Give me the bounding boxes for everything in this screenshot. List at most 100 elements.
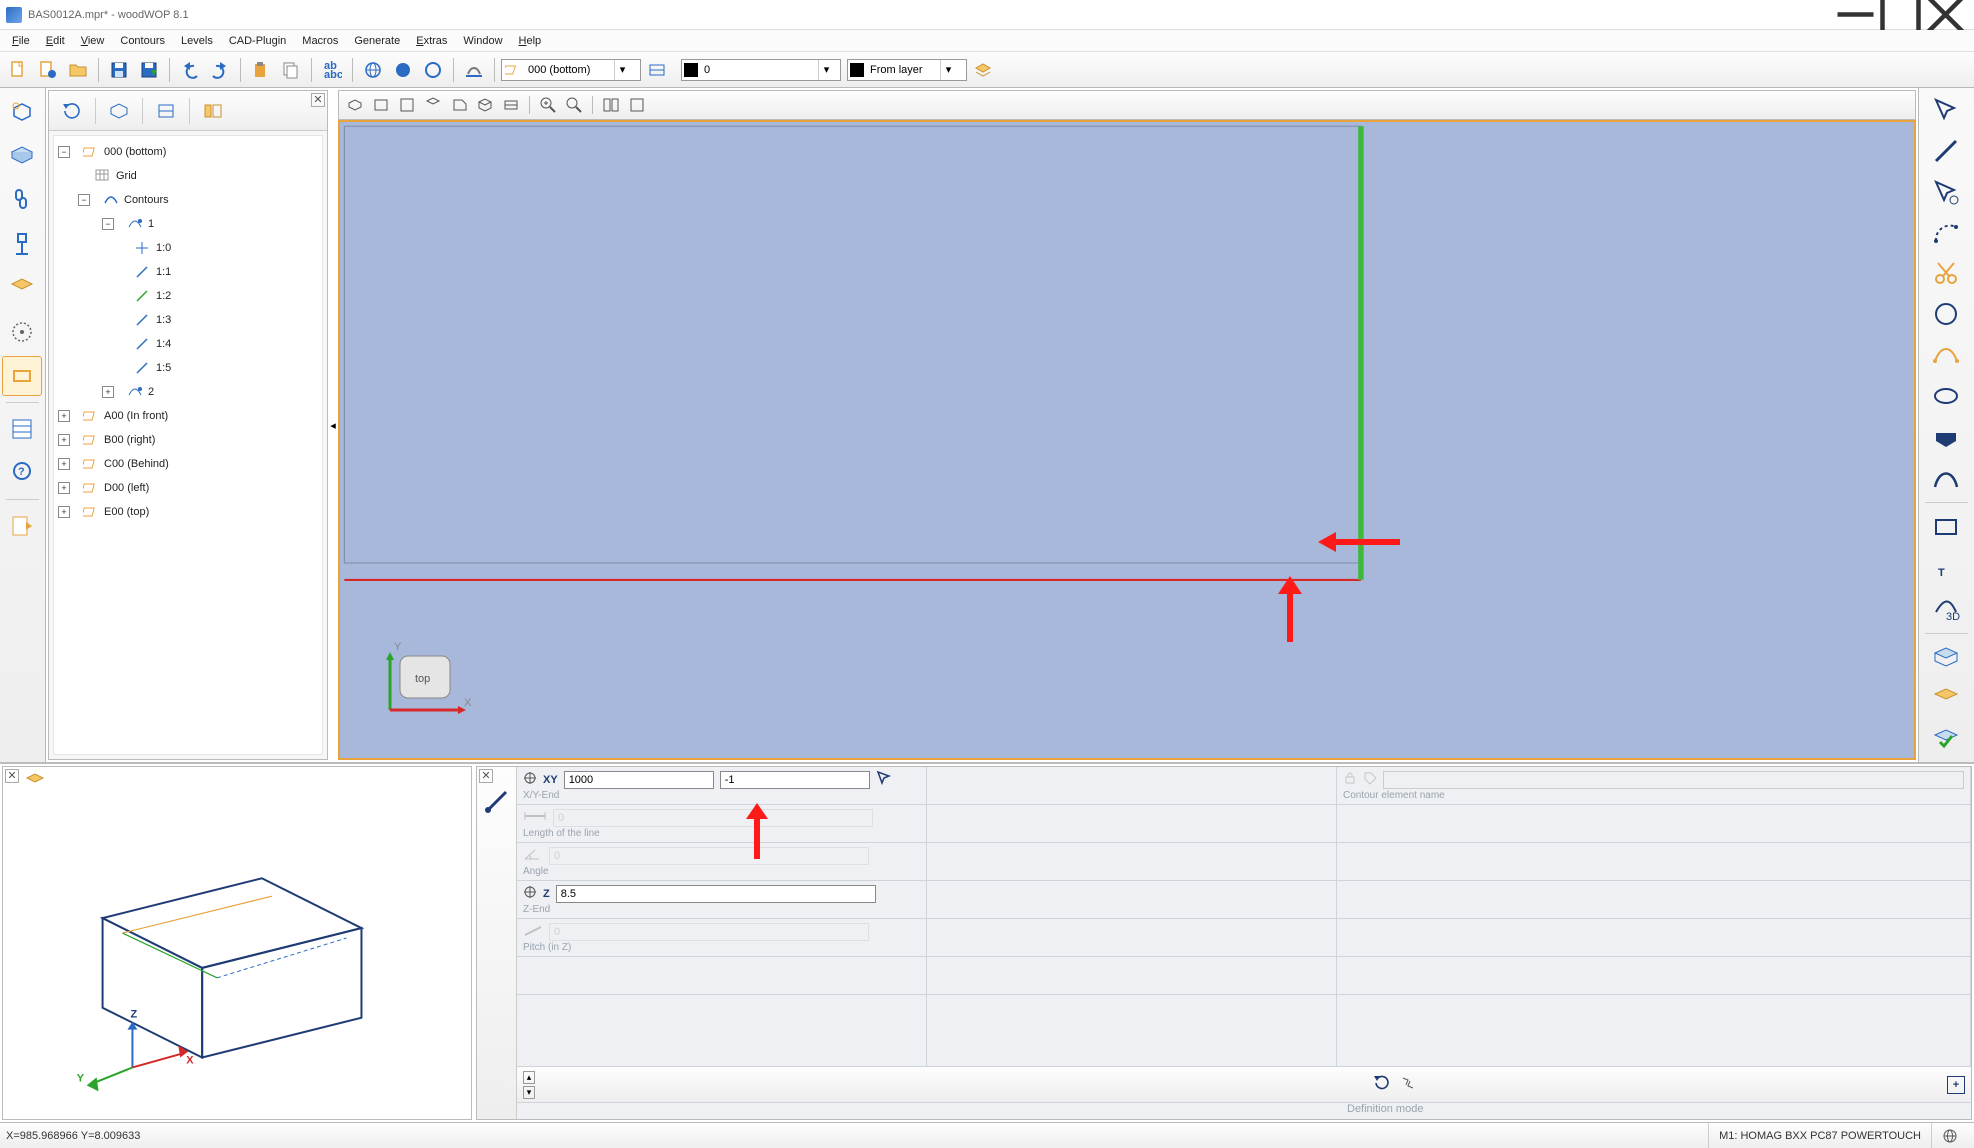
new-file-button[interactable] <box>4 56 32 84</box>
circle-fill-button[interactable] <box>389 56 417 84</box>
tree-item[interactable]: 2 <box>148 386 154 398</box>
comment-button[interactable]: ? <box>2 453 42 493</box>
copy-button[interactable] <box>277 56 305 84</box>
element-name-input[interactable] <box>1383 771 1964 789</box>
expand-icon[interactable]: + <box>58 410 70 422</box>
zoom-fit-button[interactable] <box>562 93 586 117</box>
view-front-button[interactable] <box>369 93 393 117</box>
close-button[interactable] <box>1923 1 1968 29</box>
menu-levels[interactable]: Levels <box>173 32 221 50</box>
level-combo-value[interactable] <box>524 60 614 80</box>
single-view-button[interactable] <box>625 93 649 117</box>
save-as-button[interactable] <box>135 56 163 84</box>
export-button[interactable] <box>1923 680 1969 717</box>
chevron-down-icon[interactable]: ▾ <box>614 60 630 80</box>
expand-icon[interactable]: + <box>58 458 70 470</box>
paste-button[interactable] <box>247 56 275 84</box>
lock-icon[interactable] <box>1343 771 1357 788</box>
preview-close-icon[interactable]: ✕ <box>5 769 19 783</box>
trim-button[interactable] <box>1923 255 1969 292</box>
draw-ellipse-button[interactable] <box>1923 377 1969 414</box>
view-right-button[interactable] <box>421 93 445 117</box>
maximize-button[interactable] <box>1878 1 1923 29</box>
tree-item[interactable]: 1:3 <box>156 314 171 326</box>
level-combo[interactable]: ▾ <box>501 59 641 81</box>
expand-icon[interactable]: − <box>58 146 70 158</box>
tree-item[interactable]: 1:2 <box>156 290 171 302</box>
tree-item[interactable]: 1:4 <box>156 338 171 350</box>
chain-button[interactable] <box>2 180 42 220</box>
menu-extras[interactable]: Extras <box>408 32 455 50</box>
draw-line-button[interactable] <box>1923 133 1969 170</box>
level-config-button[interactable] <box>643 56 671 84</box>
view-left-button[interactable] <box>447 93 471 117</box>
pick-icon[interactable] <box>876 770 892 789</box>
zoom-in-button[interactable] <box>536 93 560 117</box>
linetype-value[interactable] <box>866 60 940 80</box>
variables-button[interactable] <box>2 409 42 449</box>
draw-curve-button[interactable] <box>1923 459 1969 496</box>
menu-cadplugin[interactable]: CAD-Plugin <box>221 32 294 50</box>
draw-rect-button[interactable] <box>1923 509 1969 546</box>
tree-view1-button[interactable] <box>102 96 136 126</box>
tree-item[interactable]: C00 (Behind) <box>104 458 169 470</box>
validate-button[interactable] <box>1923 721 1969 758</box>
sawblade-button[interactable] <box>2 312 42 352</box>
recycle-icon[interactable] <box>1399 1074 1417 1095</box>
split-view-button[interactable] <box>599 93 623 117</box>
tree-item[interactable]: 000 (bottom) <box>104 146 166 158</box>
menu-view[interactable]: View <box>73 32 113 50</box>
tree[interactable]: −000 (bottom) Grid −Contours −1 1:0 1:1 … <box>53 135 323 755</box>
view-bottom-button[interactable] <box>499 93 523 117</box>
props-close-icon[interactable]: ✕ <box>479 769 493 783</box>
xy-x-input[interactable] <box>564 771 714 789</box>
z-input[interactable] <box>556 885 876 903</box>
find-button[interactable]: ababc <box>318 56 346 84</box>
preview-mode-button[interactable] <box>25 771 45 792</box>
new-variant-button[interactable] <box>34 56 62 84</box>
view-iso-button[interactable] <box>343 93 367 117</box>
tag-icon[interactable] <box>1363 771 1377 788</box>
orientation-gizmo[interactable]: top Y X <box>360 638 480 738</box>
collapse-up-icon[interactable]: ▴ <box>523 1071 535 1084</box>
tree-item[interactable]: 1 <box>148 218 154 230</box>
draw-circle-button[interactable] <box>1923 296 1969 333</box>
save-button[interactable] <box>105 56 133 84</box>
globe-button[interactable] <box>359 56 387 84</box>
view-top-button[interactable] <box>395 93 419 117</box>
3d-button[interactable]: 3D <box>1923 590 1969 627</box>
redo-button[interactable] <box>206 56 234 84</box>
collapse-down-icon[interactable]: ▾ <box>523 1086 535 1099</box>
tree-item[interactable]: A00 (In front) <box>104 410 168 422</box>
menu-help[interactable]: Help <box>511 32 550 50</box>
trimming-button[interactable] <box>2 268 42 308</box>
expand-icon[interactable]: − <box>78 194 90 206</box>
refresh-icon[interactable] <box>1373 1074 1391 1095</box>
layer-manager-button[interactable] <box>969 56 997 84</box>
view-back-button[interactable] <box>473 93 497 117</box>
expand-icon[interactable]: + <box>58 482 70 494</box>
menu-file[interactable]: File <box>4 32 38 50</box>
minimize-button[interactable] <box>1833 1 1878 29</box>
import-button[interactable] <box>1923 640 1969 677</box>
menu-edit[interactable]: Edit <box>38 32 73 50</box>
tree-item[interactable]: 1:0 <box>156 242 171 254</box>
tree-refresh-button[interactable] <box>55 96 89 126</box>
status-globe-icon[interactable] <box>1931 1123 1968 1148</box>
tree-item[interactable]: Grid <box>116 170 137 182</box>
expand-icon[interactable]: + <box>102 386 114 398</box>
tree-view3-button[interactable] <box>196 96 230 126</box>
nc-output-button[interactable] <box>2 506 42 546</box>
expand-icon[interactable]: + <box>58 434 70 446</box>
expand-icon[interactable]: − <box>102 218 114 230</box>
generate-nc-button[interactable] <box>460 56 488 84</box>
menu-generate[interactable]: Generate <box>346 32 408 50</box>
tree-view2-button[interactable] <box>149 96 183 126</box>
menu-window[interactable]: Window <box>455 32 510 50</box>
expand-icon[interactable]: + <box>58 506 70 518</box>
add-icon[interactable]: + <box>1947 1076 1965 1094</box>
workpiece-button[interactable] <box>2 92 42 132</box>
linetype-combo[interactable]: ▾ <box>847 59 967 81</box>
layer-color-value[interactable] <box>700 60 818 80</box>
draw-arc-button[interactable] <box>1923 214 1969 251</box>
